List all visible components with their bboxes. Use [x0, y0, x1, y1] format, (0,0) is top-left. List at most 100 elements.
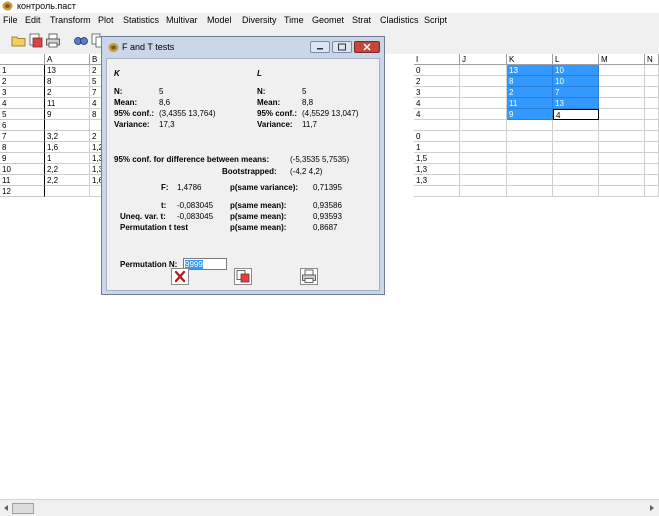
- column-header[interactable]: I: [414, 54, 460, 65]
- table-cell[interactable]: [460, 76, 507, 87]
- table-cell[interactable]: [645, 109, 659, 120]
- table-cell[interactable]: 11: [507, 98, 553, 109]
- table-cell[interactable]: [645, 142, 659, 153]
- table-cell[interactable]: 13: [507, 65, 553, 76]
- table-cell[interactable]: 13: [45, 65, 90, 76]
- table-cell[interactable]: [599, 142, 645, 153]
- table-cell[interactable]: [507, 142, 553, 153]
- save-icon[interactable]: [28, 33, 44, 48]
- table-cell[interactable]: 8: [45, 76, 90, 87]
- table-cell[interactable]: 1,3: [414, 175, 460, 186]
- table-cell[interactable]: [553, 175, 599, 186]
- table-cell[interactable]: 3,2: [45, 131, 90, 142]
- table-cell[interactable]: [553, 142, 599, 153]
- permutation-n-input[interactable]: 9999: [183, 258, 227, 270]
- scroll-left-icon[interactable]: [2, 503, 11, 513]
- table-cell[interactable]: 1: [414, 142, 460, 153]
- table-cell[interactable]: [460, 131, 507, 142]
- menu-diversity[interactable]: Diversity: [242, 15, 277, 25]
- menu-time[interactable]: Time: [284, 15, 304, 25]
- open-folder-icon[interactable]: [11, 33, 27, 48]
- table-cell[interactable]: [645, 186, 659, 197]
- table-cell[interactable]: [414, 120, 460, 131]
- table-cell[interactable]: 9: [45, 109, 90, 120]
- row-header[interactable]: 9: [0, 153, 45, 164]
- table-cell[interactable]: [645, 87, 659, 98]
- table-cell[interactable]: [645, 65, 659, 76]
- menu-cladistics[interactable]: Cladistics: [380, 15, 419, 25]
- row-header[interactable]: 5: [0, 109, 45, 120]
- table-cell[interactable]: 2: [414, 76, 460, 87]
- table-cell[interactable]: 1: [45, 153, 90, 164]
- menu-script[interactable]: Script: [424, 15, 447, 25]
- row-header[interactable]: 10: [0, 164, 45, 175]
- row-header[interactable]: 4: [0, 98, 45, 109]
- table-cell[interactable]: [645, 164, 659, 175]
- table-cell[interactable]: [599, 120, 645, 131]
- table-cell[interactable]: [599, 175, 645, 186]
- dialog-titlebar[interactable]: F and T tests: [102, 37, 384, 57]
- menu-plot[interactable]: Plot: [98, 15, 114, 25]
- print-icon[interactable]: [45, 33, 61, 48]
- row-header[interactable]: 6: [0, 120, 45, 131]
- table-cell[interactable]: [599, 65, 645, 76]
- table-cell[interactable]: [45, 186, 90, 197]
- table-cell[interactable]: [599, 186, 645, 197]
- table-cell[interactable]: [553, 164, 599, 175]
- table-cell[interactable]: [460, 153, 507, 164]
- table-cell[interactable]: [599, 153, 645, 164]
- table-cell[interactable]: [645, 131, 659, 142]
- table-cell[interactable]: 1,3: [414, 164, 460, 175]
- table-cell[interactable]: 11: [45, 98, 90, 109]
- menu-file[interactable]: File: [3, 15, 18, 25]
- table-cell[interactable]: [599, 131, 645, 142]
- copy-button[interactable]: [234, 268, 252, 285]
- row-header[interactable]: 7: [0, 131, 45, 142]
- table-cell[interactable]: [645, 98, 659, 109]
- row-header[interactable]: 12: [0, 186, 45, 197]
- table-cell[interactable]: 3: [414, 87, 460, 98]
- table-cell[interactable]: 7: [553, 87, 599, 98]
- menu-geomet[interactable]: Geomet: [312, 15, 344, 25]
- table-cell[interactable]: 9: [507, 109, 553, 120]
- table-cell[interactable]: 4: [553, 109, 599, 120]
- table-cell[interactable]: [460, 65, 507, 76]
- column-header[interactable]: A: [45, 54, 90, 65]
- table-cell[interactable]: [599, 76, 645, 87]
- table-cell[interactable]: 4: [414, 109, 460, 120]
- scroll-right-icon[interactable]: [647, 503, 656, 513]
- table-cell[interactable]: [460, 186, 507, 197]
- row-header[interactable]: 2: [0, 76, 45, 87]
- minimize-button[interactable]: [310, 41, 330, 53]
- find-icon[interactable]: [73, 33, 89, 48]
- table-cell[interactable]: [645, 153, 659, 164]
- table-cell[interactable]: [460, 98, 507, 109]
- table-cell[interactable]: 8: [507, 76, 553, 87]
- table-cell[interactable]: [45, 120, 90, 131]
- table-cell[interactable]: [553, 131, 599, 142]
- table-cell[interactable]: [553, 186, 599, 197]
- table-cell[interactable]: [507, 164, 553, 175]
- table-cell[interactable]: 2: [45, 87, 90, 98]
- row-header[interactable]: 3: [0, 87, 45, 98]
- close-window-button[interactable]: [354, 41, 380, 53]
- column-header[interactable]: J: [460, 54, 507, 65]
- close-button[interactable]: [171, 268, 189, 285]
- table-cell[interactable]: [553, 120, 599, 131]
- column-header[interactable]: M: [599, 54, 645, 65]
- table-cell[interactable]: [460, 120, 507, 131]
- table-cell[interactable]: [460, 109, 507, 120]
- table-cell[interactable]: [507, 186, 553, 197]
- table-cell[interactable]: [599, 98, 645, 109]
- column-header[interactable]: L: [553, 54, 599, 65]
- table-cell[interactable]: [460, 87, 507, 98]
- menu-edit[interactable]: Edit: [25, 15, 41, 25]
- table-cell[interactable]: 2,2: [45, 164, 90, 175]
- table-cell[interactable]: [507, 131, 553, 142]
- print-button[interactable]: [300, 268, 318, 285]
- column-header[interactable]: [0, 54, 45, 65]
- table-cell[interactable]: 0: [414, 131, 460, 142]
- table-cell[interactable]: [599, 164, 645, 175]
- menu-model[interactable]: Model: [207, 15, 232, 25]
- table-cell[interactable]: [460, 164, 507, 175]
